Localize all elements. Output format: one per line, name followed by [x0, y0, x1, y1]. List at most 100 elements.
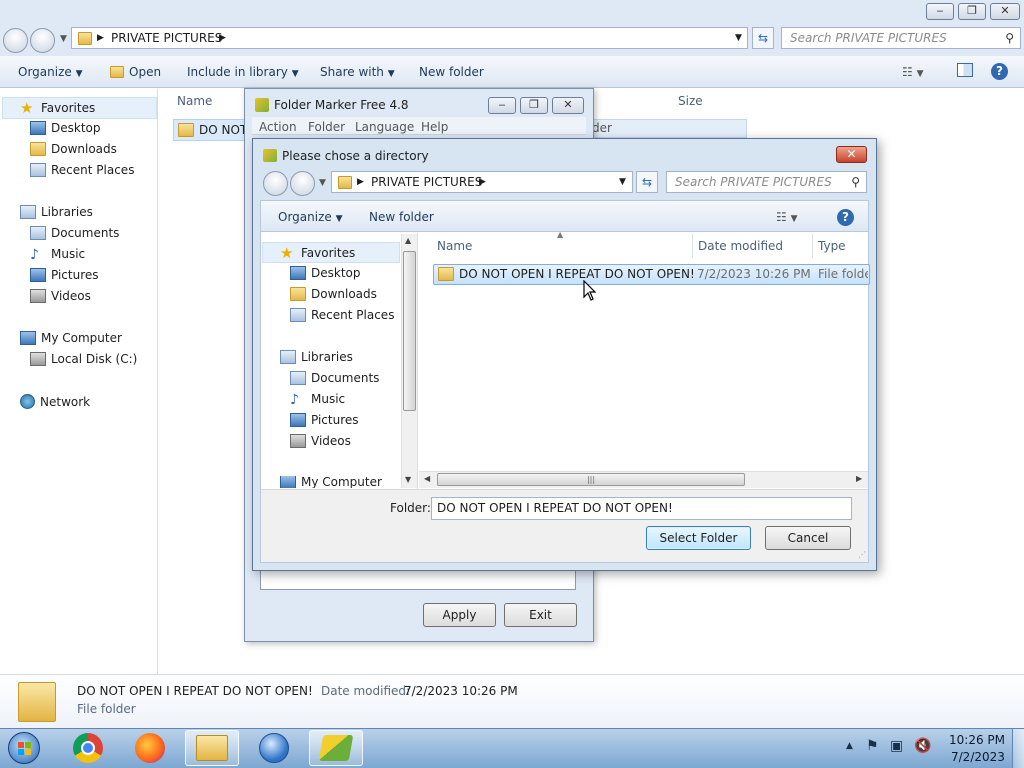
nav-my-computer[interactable]: My Computer [20, 331, 122, 345]
taskbar-explorer[interactable] [185, 730, 239, 766]
dialog-breadcrumb-chevron-icon[interactable]: ▶ [479, 172, 486, 192]
fm-maximize-button[interactable]: ❐ [520, 97, 548, 114]
dialog-nav-recent-places[interactable]: Recent Places [290, 308, 394, 322]
dialog-help-icon[interactable]: ? [837, 209, 854, 226]
column-header-size[interactable]: Size [678, 94, 703, 108]
exit-button[interactable]: Exit [504, 603, 577, 627]
scroll-thumb[interactable] [403, 251, 416, 411]
dialog-nav-music[interactable]: ♪ Music [290, 392, 345, 408]
nav-recent-places[interactable]: Recent Places [30, 163, 134, 177]
flag-icon[interactable]: ⚑ [866, 738, 879, 754]
dialog-address-bar[interactable]: ▶ PRIVATE PICTURES ▶ ▼ [331, 171, 633, 193]
scroll-right-icon[interactable]: ▶ [856, 474, 862, 483]
dialog-forward-button[interactable] [290, 171, 315, 196]
dialog-close-button[interactable]: ✕ [836, 146, 867, 163]
volume-muted-icon[interactable]: 🔇 [914, 738, 931, 754]
maximize-button[interactable]: ❐ [958, 3, 986, 20]
dialog-nav-my-computer[interactable]: My Computer [280, 476, 382, 488]
libraries-icon [20, 205, 36, 219]
dialog-search-input[interactable]: Search PRIVATE PICTURES ⚲ [666, 171, 867, 193]
close-button[interactable]: ✕ [990, 3, 1020, 20]
preview-pane-icon[interactable] [957, 63, 973, 77]
dialog-horizontal-scrollbar[interactable]: ◀ ||| ▶ [419, 471, 868, 488]
show-hidden-icons[interactable]: ▲ [846, 741, 853, 751]
cancel-button[interactable]: Cancel [765, 526, 851, 550]
dialog-search-icon[interactable]: ⚲ [851, 172, 860, 192]
menu-folder[interactable]: Folder [308, 120, 345, 134]
view-options-icon[interactable]: ☷ ▼ [902, 65, 924, 79]
scroll-up-icon[interactable]: ▲ [405, 236, 411, 245]
folder-input[interactable]: DO NOT OPEN I REPEAT DO NOT OPEN! [431, 497, 852, 520]
dialog-nav-documents[interactable]: Documents [290, 371, 379, 385]
nav-local-disk[interactable]: Local Disk (C:) [30, 352, 137, 366]
hscroll-thumb[interactable]: ||| [437, 473, 745, 486]
select-folder-button[interactable]: Select Folder [646, 526, 751, 550]
breadcrumb-current[interactable]: PRIVATE PICTURES [111, 28, 222, 48]
clock-time[interactable]: 10:26 PM [949, 733, 1005, 747]
dialog-address-dropdown-icon[interactable]: ▼ [619, 172, 626, 192]
dialog-file-name[interactable]: DO NOT OPEN I REPEAT DO NOT OPEN! [438, 267, 695, 281]
dialog-nav-pictures[interactable]: Pictures [290, 413, 359, 427]
dialog-nav-downloads[interactable]: Downloads [290, 287, 377, 301]
taskbar-folder-marker[interactable] [309, 730, 363, 766]
address-bar[interactable]: ▶ PRIVATE PICTURES ▶ ▼ [71, 27, 748, 49]
dialog-nav-videos[interactable]: Videos [290, 434, 351, 448]
dialog-column-name[interactable]: Name [437, 239, 472, 253]
search-icon[interactable]: ⚲ [1005, 28, 1014, 48]
refresh-icon[interactable]: ⇆ [752, 27, 774, 49]
resize-grip-icon[interactable]: ⋰ [858, 550, 866, 559]
dialog-nav-libraries[interactable]: Libraries [280, 350, 353, 364]
nav-downloads[interactable]: Downloads [30, 142, 117, 156]
nav-libraries[interactable]: Libraries [20, 205, 93, 219]
menu-help[interactable]: Help [421, 120, 448, 134]
nav-videos[interactable]: Videos [30, 289, 91, 303]
forward-button[interactable] [30, 28, 55, 53]
taskbar-chrome[interactable] [61, 730, 115, 766]
scroll-down-icon[interactable]: ▼ [405, 475, 411, 484]
share-with-button[interactable]: Share with ▼ [320, 65, 395, 79]
organize-button[interactable]: Organize ▼ [18, 65, 83, 79]
dialog-recent-chevron-icon[interactable]: ▼ [319, 178, 326, 188]
menu-language[interactable]: Language [355, 120, 414, 134]
back-button[interactable] [3, 28, 28, 53]
nav-desktop[interactable]: Desktop [30, 121, 101, 135]
dialog-view-options-icon[interactable]: ☷ ▼ [776, 210, 798, 224]
menu-action[interactable]: Action [259, 120, 297, 134]
include-in-library-button[interactable]: Include in library ▼ [187, 65, 299, 79]
apply-button[interactable]: Apply [423, 603, 496, 627]
dialog-column-date-modified[interactable]: Date modified [698, 239, 783, 253]
dialog-refresh-icon[interactable]: ⇆ [636, 171, 658, 193]
show-desktop-button[interactable] [1012, 729, 1024, 768]
taskbar-ie[interactable] [247, 730, 301, 766]
open-button[interactable]: Open [110, 65, 161, 79]
nav-network[interactable]: Network [20, 394, 90, 409]
dialog-nav-scrollbar[interactable]: ▲ ▼ [401, 234, 417, 488]
search-input[interactable]: Search PRIVATE PICTURES ⚲ [781, 27, 1021, 49]
dialog-back-button[interactable] [263, 171, 288, 196]
nav-favorites[interactable]: ★ Favorites [20, 100, 95, 116]
clock-date[interactable]: 7/2/2023 [951, 750, 1005, 764]
dialog-breadcrumb-current[interactable]: PRIVATE PICTURES [371, 172, 482, 192]
dialog-column-type[interactable]: Type [818, 239, 846, 253]
dialog-nav-favorites[interactable]: ★ Favorites [280, 245, 355, 261]
start-button[interactable] [4, 730, 44, 766]
recent-pages-chevron-icon[interactable]: ▼ [60, 34, 67, 44]
dialog-nav-desktop[interactable]: Desktop [290, 266, 361, 280]
fm-close-button[interactable]: ✕ [552, 97, 584, 114]
breadcrumb-chevron-icon[interactable]: ▶ [219, 28, 226, 48]
nav-music[interactable]: ♪ Music [30, 247, 85, 263]
scroll-left-icon[interactable]: ◀ [424, 474, 430, 483]
fm-minimize-button[interactable]: ‒ [488, 97, 516, 114]
new-folder-button[interactable]: New folder [419, 65, 484, 79]
file-item[interactable]: DO NOT [178, 123, 247, 137]
dialog-organize-button[interactable]: Organize ▼ [278, 210, 343, 224]
address-dropdown-icon[interactable]: ▼ [735, 28, 742, 48]
dialog-new-folder-button[interactable]: New folder [369, 210, 434, 224]
taskbar-firefox[interactable] [123, 730, 177, 766]
nav-documents[interactable]: Documents [30, 226, 119, 240]
network-tray-icon[interactable]: ▣ [890, 738, 903, 754]
help-icon[interactable]: ? [991, 63, 1008, 80]
column-header-name[interactable]: Name [177, 94, 212, 108]
minimize-button[interactable]: ‒ [926, 3, 954, 20]
nav-pictures[interactable]: Pictures [30, 268, 99, 282]
